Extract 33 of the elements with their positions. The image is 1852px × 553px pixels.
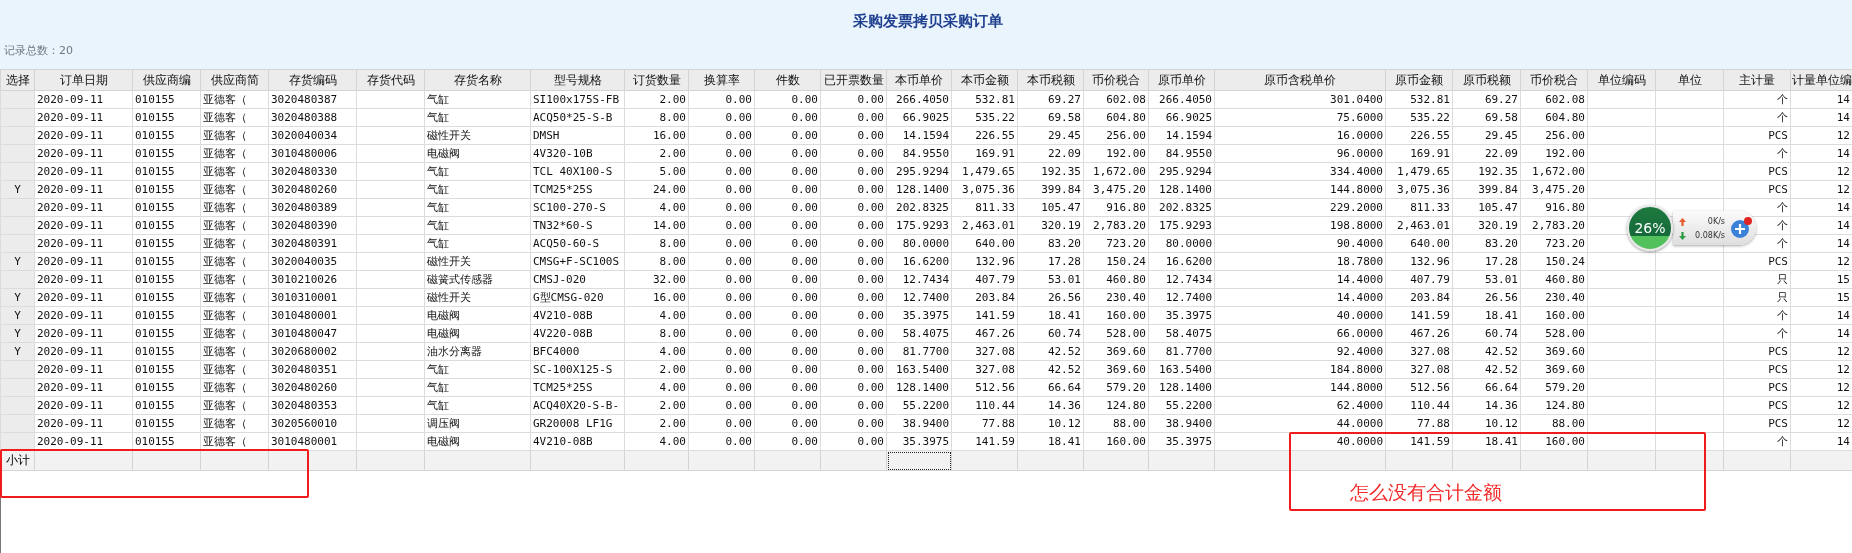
- column-header[interactable]: 供应商简: [200, 69, 269, 91]
- column-header[interactable]: 币价税合: [1083, 69, 1149, 91]
- column-header[interactable]: 原币单价: [1148, 69, 1215, 91]
- column-header[interactable]: 存货名称: [424, 69, 531, 91]
- down-arrow-icon: [1679, 232, 1686, 240]
- column-header[interactable]: 换算率: [688, 69, 755, 91]
- upload-speed: 0K/s: [1707, 217, 1725, 226]
- column-header[interactable]: 单位编码: [1587, 69, 1656, 91]
- column-header[interactable]: 本币金额: [951, 69, 1018, 91]
- column-header[interactable]: 计量单位编: [1790, 69, 1852, 91]
- annotation-text: 怎么没有合计金额: [1350, 480, 1502, 505]
- column-header[interactable]: 型号规格: [530, 69, 625, 91]
- column-header[interactable]: 本币单价: [886, 69, 952, 91]
- column-header[interactable]: 供应商编: [132, 69, 201, 91]
- column-header[interactable]: 币价税合: [1520, 69, 1588, 91]
- column-header[interactable]: 主计量: [1723, 69, 1791, 91]
- column-header[interactable]: 原币金额: [1385, 69, 1453, 91]
- up-arrow-icon: [1679, 218, 1686, 226]
- column-header[interactable]: 原币含税单价: [1214, 69, 1386, 91]
- column-header[interactable]: 存货编码: [268, 69, 357, 91]
- column-header[interactable]: 件数: [754, 69, 821, 91]
- column-header[interactable]: 订单日期: [34, 69, 133, 91]
- column-header[interactable]: 订货数量: [624, 69, 689, 91]
- column-header[interactable]: 已开票数量: [820, 69, 887, 91]
- plus-icon[interactable]: [1730, 216, 1754, 240]
- column-header[interactable]: 本币税额: [1017, 69, 1084, 91]
- column-header[interactable]: 选择: [0, 69, 35, 91]
- column-header[interactable]: 存货代码: [356, 69, 425, 91]
- download-speed: 0.08K/s: [1695, 231, 1725, 240]
- column-header[interactable]: 原币税额: [1452, 69, 1521, 91]
- column-header[interactable]: 单位: [1655, 69, 1724, 91]
- record-count: 记录总数：20: [4, 43, 73, 58]
- window-title: 采购发票拷贝采购订单: [853, 12, 1003, 31]
